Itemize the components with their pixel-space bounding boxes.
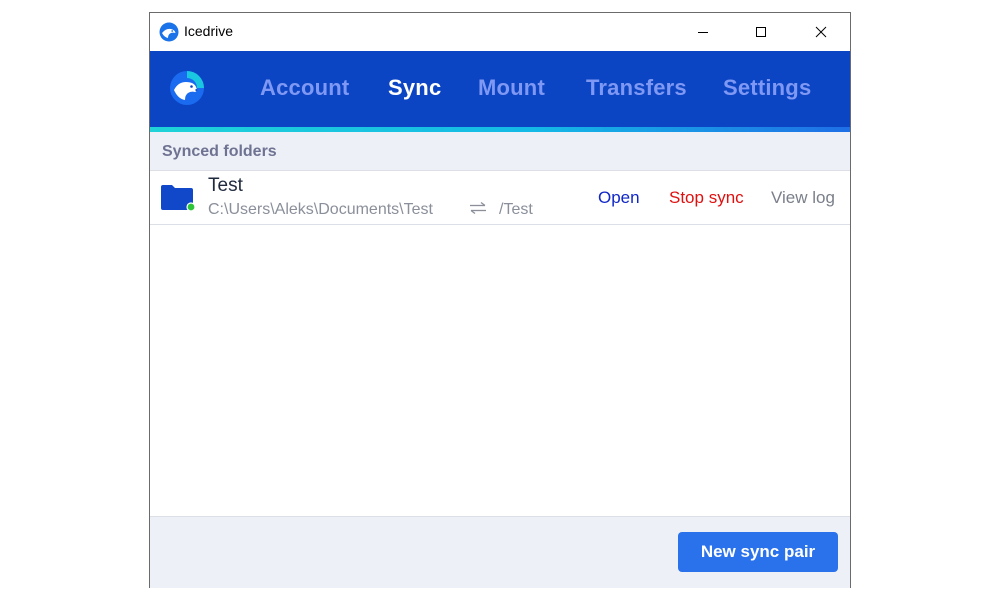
- new-sync-pair-button[interactable]: New sync pair: [678, 532, 838, 572]
- view-log-link[interactable]: View log: [771, 188, 835, 208]
- open-folder-link[interactable]: Open: [598, 188, 640, 208]
- sync-pair-row[interactable]: Test C:\Users\Aleks\Documents\Test /Test…: [150, 171, 850, 225]
- minimize-icon: [697, 26, 709, 38]
- icedrive-app-icon: [159, 22, 179, 42]
- folder-icon: [160, 183, 196, 213]
- minimize-button[interactable]: [674, 13, 732, 51]
- title-bar[interactable]: Icedrive: [150, 13, 850, 51]
- close-icon: [815, 26, 827, 38]
- tab-transfers[interactable]: Transfers: [586, 75, 687, 101]
- polar-bear-logo-icon: [169, 70, 205, 106]
- app-window: Icedrive Account Sync Mount: [149, 12, 851, 588]
- maximize-icon: [755, 26, 767, 38]
- local-path: C:\Users\Aleks\Documents\Test: [208, 201, 433, 219]
- tab-sync[interactable]: Sync: [388, 75, 441, 101]
- footer-bar: New sync pair: [150, 516, 850, 588]
- stop-sync-link[interactable]: Stop sync: [669, 188, 744, 208]
- section-title: Synced folders: [162, 143, 277, 161]
- main-navigation: Account Sync Mount Transfers Settings: [150, 51, 850, 127]
- two-way-sync-arrows-icon: [468, 201, 488, 219]
- tab-account[interactable]: Account: [260, 75, 349, 101]
- close-button[interactable]: [792, 13, 850, 51]
- window-title: Icedrive: [184, 23, 233, 39]
- tab-settings[interactable]: Settings: [723, 75, 811, 101]
- tab-mount[interactable]: Mount: [478, 75, 545, 101]
- remote-path: /Test: [499, 201, 533, 219]
- synced-folders-header: Synced folders: [150, 132, 850, 171]
- maximize-button[interactable]: [732, 13, 790, 51]
- folder-name: Test: [208, 175, 243, 197]
